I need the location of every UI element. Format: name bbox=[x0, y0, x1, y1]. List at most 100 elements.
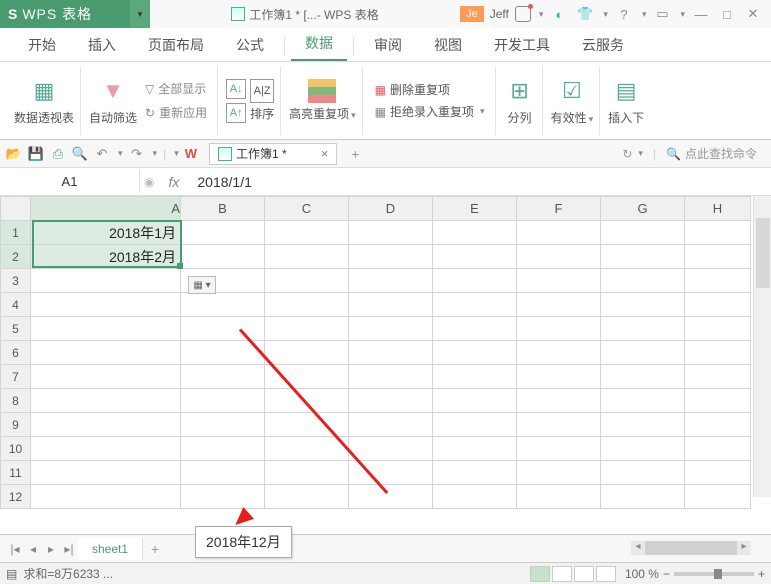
minimize-button[interactable]: — bbox=[691, 6, 711, 22]
doc-map-icon[interactable]: ▤ bbox=[6, 567, 17, 581]
view-normal-button[interactable] bbox=[530, 566, 550, 582]
insert-icon: ▤ bbox=[610, 75, 642, 107]
undo-icon[interactable]: ↶ bbox=[94, 146, 110, 162]
sheet-icon bbox=[218, 147, 232, 161]
zoom-slider[interactable] bbox=[674, 572, 754, 576]
col-header-A[interactable]: A bbox=[31, 197, 181, 221]
showall-button[interactable]: ▽全部显示 bbox=[141, 78, 211, 100]
sort-desc-button[interactable]: A↑ bbox=[226, 103, 246, 123]
row-header[interactable]: 10 bbox=[1, 437, 31, 461]
row-header[interactable]: 4 bbox=[1, 293, 31, 317]
cart-icon[interactable] bbox=[515, 6, 531, 22]
view-page-button[interactable] bbox=[552, 566, 572, 582]
view-break-button[interactable] bbox=[574, 566, 594, 582]
cell[interactable]: 2018年2月 bbox=[31, 245, 181, 269]
user-badge[interactable]: Je bbox=[460, 6, 484, 22]
col-header-G[interactable]: G bbox=[601, 197, 685, 221]
formula-input[interactable]: 2018/1/1 bbox=[189, 174, 260, 190]
restore-small-icon[interactable]: ▭ bbox=[652, 6, 672, 22]
col-header-H[interactable]: H bbox=[685, 197, 751, 221]
row-header[interactable]: 9 bbox=[1, 413, 31, 437]
open-icon[interactable]: 📂 bbox=[6, 146, 22, 162]
view-read-button[interactable] bbox=[596, 566, 616, 582]
color-icon[interactable]: ◐ bbox=[549, 6, 569, 22]
row-header[interactable]: 1 bbox=[1, 221, 31, 245]
autofilter-button[interactable]: ▼ 自动筛选 bbox=[89, 75, 137, 126]
tab-layout[interactable]: 页面布局 bbox=[134, 27, 218, 61]
preview-icon[interactable]: 🔍 bbox=[72, 146, 88, 162]
row-header[interactable]: 12 bbox=[1, 485, 31, 509]
print-icon[interactable]: ⎙ bbox=[50, 146, 66, 162]
reject-dup-button[interactable]: ▦拒绝录入重复项▾ bbox=[371, 101, 489, 123]
name-box[interactable]: A1 bbox=[0, 170, 140, 193]
zoom-out-button[interactable]: − bbox=[663, 567, 670, 581]
maximize-button[interactable]: □ bbox=[717, 6, 737, 22]
col-header-D[interactable]: D bbox=[349, 197, 433, 221]
validity-button[interactable]: ☑ 有效性▾ bbox=[545, 66, 601, 135]
shirt-icon[interactable]: 👕 bbox=[575, 6, 595, 22]
reapply-button[interactable]: ↻重新应用 bbox=[141, 102, 211, 124]
sheet-nav-first[interactable]: |◂ bbox=[6, 542, 24, 556]
sheet-tab[interactable]: sheet1 bbox=[78, 538, 143, 560]
pivot-icon: ▦ bbox=[28, 75, 60, 107]
tab-cloud[interactable]: 云服务 bbox=[568, 27, 638, 61]
tab-dev[interactable]: 开发工具 bbox=[480, 27, 564, 61]
row-header[interactable]: 6 bbox=[1, 341, 31, 365]
zoom-in-button[interactable]: + bbox=[758, 567, 765, 581]
app-logo[interactable]: S WPS 表格 bbox=[0, 0, 130, 28]
sort-button[interactable]: A|Z 排序 bbox=[250, 79, 274, 122]
row-header[interactable]: 7 bbox=[1, 365, 31, 389]
funnel-icon: ▼ bbox=[97, 75, 129, 107]
row-header[interactable]: 2 bbox=[1, 245, 31, 269]
row-header[interactable]: 11 bbox=[1, 461, 31, 485]
tab-data[interactable]: 数据 bbox=[291, 25, 347, 61]
document-tab[interactable]: 工作簿1 * × bbox=[209, 143, 337, 165]
grid-area: A B C D E F G H 12018年1月 22018年2月 3 4 5 … bbox=[0, 196, 771, 509]
wps-logo-icon[interactable]: W bbox=[185, 146, 197, 161]
autofill-options-button[interactable]: ▦ ▾ bbox=[188, 276, 216, 294]
search-icon: 🔍 bbox=[666, 147, 681, 161]
col-header-C[interactable]: C bbox=[265, 197, 349, 221]
app-menu-dropdown[interactable]: ▾ bbox=[130, 0, 150, 28]
tab-review[interactable]: 审阅 bbox=[360, 27, 416, 61]
col-header-B[interactable]: B bbox=[181, 197, 265, 221]
split-button[interactable]: ⊞ 分列 bbox=[498, 66, 543, 135]
sheet-nav-next[interactable]: ▸ bbox=[42, 542, 60, 556]
command-search[interactable]: ↻▾ | 🔍 点此查找命令 bbox=[622, 145, 765, 162]
doc-close-icon[interactable]: × bbox=[321, 146, 329, 161]
add-sheet-button[interactable]: + bbox=[143, 541, 167, 557]
sheet-nav-last[interactable]: ▸| bbox=[60, 542, 78, 556]
ribbon: ▦ 数据透视表 ▼ 自动筛选 ▽全部显示 ↻重新应用 A↓ A↑ A|Z 排序 … bbox=[0, 62, 771, 140]
remove-dup-button[interactable]: ▦删除重复项 bbox=[371, 79, 454, 101]
tab-view[interactable]: 视图 bbox=[420, 27, 476, 61]
row-header[interactable]: 8 bbox=[1, 389, 31, 413]
spreadsheet-grid[interactable]: A B C D E F G H 12018年1月 22018年2月 3 4 5 … bbox=[0, 196, 751, 509]
sheet-nav-prev[interactable]: ◂ bbox=[24, 542, 42, 556]
sync-icon: ↻ bbox=[622, 147, 632, 161]
pivot-button[interactable]: ▦ 数据透视表 bbox=[8, 66, 81, 135]
select-all-corner[interactable] bbox=[1, 197, 31, 221]
cell[interactable]: 2018年1月 bbox=[31, 221, 181, 245]
col-header-F[interactable]: F bbox=[517, 197, 601, 221]
tab-insert[interactable]: 插入 bbox=[74, 27, 130, 61]
horizontal-scrollbar[interactable]: ◂▸ bbox=[631, 541, 751, 555]
col-header-E[interactable]: E bbox=[433, 197, 517, 221]
zoom-level[interactable]: 100 % bbox=[625, 567, 659, 581]
status-sum: 求和=8万6233 ... bbox=[23, 565, 113, 582]
help-icon[interactable]: ? bbox=[614, 6, 634, 22]
highlight-dup-button[interactable]: 高亮重复项▾ bbox=[283, 66, 363, 135]
insert-button[interactable]: ▤ 插入下 bbox=[602, 66, 650, 135]
new-doc-button[interactable]: + bbox=[343, 146, 367, 162]
tab-formula[interactable]: 公式 bbox=[222, 27, 278, 61]
row-header[interactable]: 3 bbox=[1, 269, 31, 293]
save-icon[interactable]: 💾 bbox=[28, 146, 44, 162]
quick-access-bar: 📂 💾 ⎙ 🔍 ↶▾ ↷▾ |▾ W 工作簿1 * × + ↻▾ | 🔍 点此查… bbox=[0, 140, 771, 168]
sort-asc-button[interactable]: A↓ bbox=[226, 79, 246, 99]
row-header[interactable]: 5 bbox=[1, 317, 31, 341]
close-button[interactable]: ✕ bbox=[743, 6, 763, 22]
vertical-scrollbar[interactable] bbox=[753, 196, 771, 497]
refresh-icon: ↻ bbox=[145, 106, 155, 120]
tab-start[interactable]: 开始 bbox=[14, 27, 70, 61]
redo-icon[interactable]: ↷ bbox=[129, 146, 145, 162]
fx-icon[interactable]: fx bbox=[158, 174, 189, 190]
